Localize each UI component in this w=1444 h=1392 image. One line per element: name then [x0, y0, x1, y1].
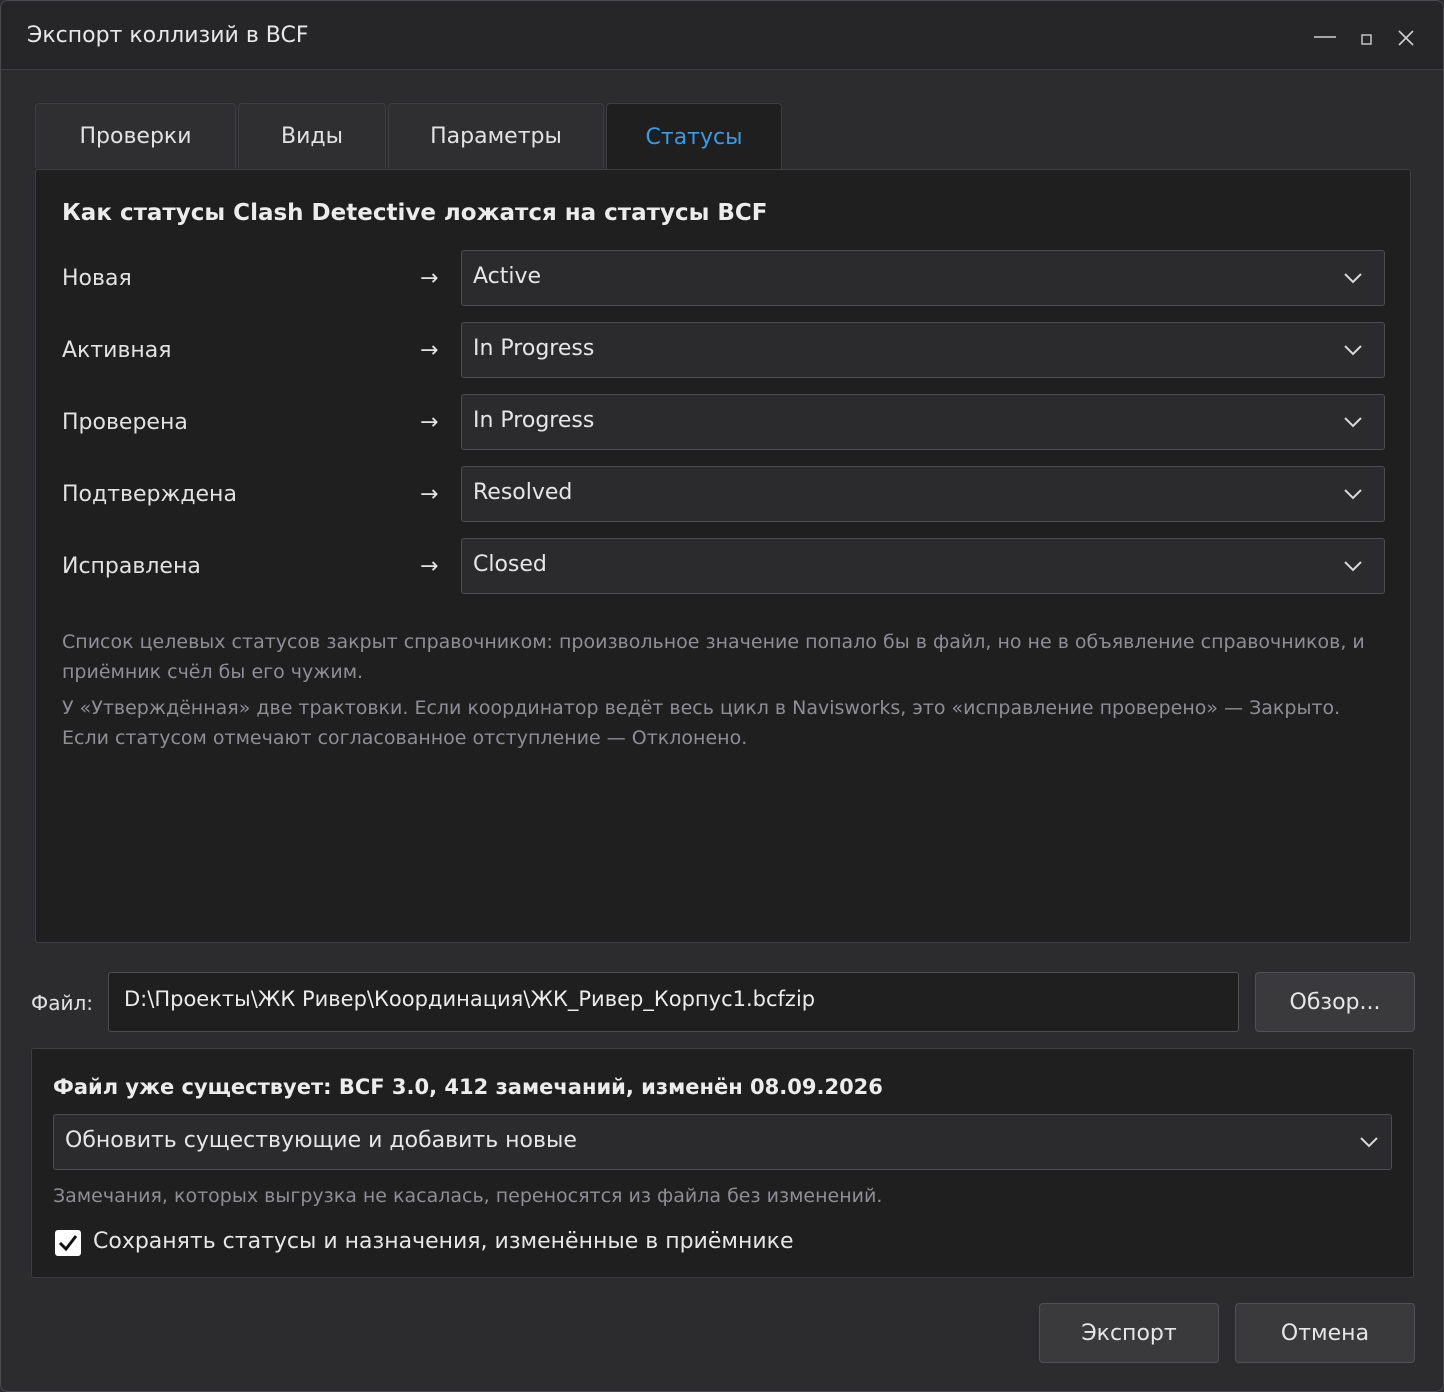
target-status-select[interactable]: In Progress: [461, 322, 1385, 378]
checkmark-icon: [58, 1235, 78, 1252]
export-dialog: Экспорт коллизий в BCF Проверки Виды Пар…: [0, 0, 1444, 1392]
note-line: Если статусом отмечают согласованное отс…: [62, 727, 748, 749]
chevron-down-icon: [1344, 345, 1362, 356]
tab-views[interactable]: Виды: [238, 103, 386, 168]
source-status-label: Активная: [62, 338, 172, 363]
tab-parameters[interactable]: Параметры: [388, 103, 604, 168]
keep-statuses-label[interactable]: Сохранять статусы и назначения, изменённ…: [93, 1229, 793, 1254]
maximize-icon: [1361, 34, 1372, 45]
window-title: Экспорт коллизий в BCF: [27, 23, 309, 48]
minimize-button[interactable]: [1305, 17, 1345, 57]
select-value: Обновить существующие и добавить новые: [65, 1128, 577, 1153]
chevron-down-icon: [1344, 417, 1362, 428]
chevron-down-icon: [1344, 273, 1362, 284]
closed-list-note: Список целевых статусов закрыт справочни…: [62, 627, 1392, 687]
source-status-label: Проверена: [62, 410, 188, 435]
select-value: In Progress: [473, 336, 595, 361]
note-line: приёмник счёл бы его чужим.: [62, 661, 364, 683]
update-mode-note: Замечания, которых выгрузка не касалась,…: [53, 1185, 883, 1207]
maximize-button[interactable]: [1346, 17, 1386, 57]
keep-statuses-checkbox[interactable]: [55, 1230, 81, 1256]
note-line: У «Утверждённая» две трактовки. Если коо…: [62, 697, 1341, 719]
close-icon: [1398, 30, 1414, 46]
mapping-arrow: →: [420, 338, 439, 363]
chevron-down-icon: [1344, 561, 1362, 572]
file-path-value: D:\Проекты\ЖК Ривер\Координация\ЖК_Ривер…: [124, 987, 816, 1011]
target-status-select[interactable]: Closed: [461, 538, 1385, 594]
title-bar: Экспорт коллизий в BCF: [1, 1, 1443, 70]
chevron-down-icon: [1344, 489, 1362, 500]
mapping-arrow: →: [420, 554, 439, 579]
select-value: Active: [473, 264, 542, 289]
source-status-label: Исправлена: [62, 554, 201, 579]
mapping-arrow: →: [420, 266, 439, 291]
select-value: In Progress: [473, 408, 595, 433]
minimize-icon: [1314, 36, 1336, 38]
source-status-label: Подтверждена: [62, 482, 237, 507]
mapping-arrow: →: [420, 482, 439, 507]
select-value: Resolved: [473, 480, 573, 505]
close-button[interactable]: [1386, 17, 1426, 57]
mapping-arrow: →: [420, 410, 439, 435]
approved-status-note: У «Утверждённая» две трактовки. Если коо…: [62, 693, 1392, 753]
existing-file-title: Файл уже существует: BCF 3.0, 412 замеча…: [53, 1075, 883, 1099]
existing-file-panel: Файл уже существует: BCF 3.0, 412 замеча…: [31, 1048, 1414, 1278]
target-status-select[interactable]: Active: [461, 250, 1385, 306]
cancel-button[interactable]: Отмена: [1235, 1303, 1415, 1363]
file-label: Файл:: [31, 991, 93, 1015]
tab-statuses[interactable]: Статусы: [606, 103, 782, 170]
export-button[interactable]: Экспорт: [1039, 1303, 1219, 1363]
target-status-select[interactable]: Resolved: [461, 466, 1385, 522]
select-value: Closed: [473, 552, 547, 577]
source-status-label: Новая: [62, 266, 132, 291]
note-line: Список целевых статусов закрыт справочни…: [62, 631, 1365, 653]
update-mode-select[interactable]: Обновить существующие и добавить новые: [53, 1114, 1392, 1170]
browse-button[interactable]: Обзор...: [1255, 972, 1415, 1032]
file-path-input[interactable]: D:\Проекты\ЖК Ривер\Координация\ЖК_Ривер…: [108, 972, 1239, 1032]
mapping-title: Как статусы Clash Detective ложатся на с…: [62, 200, 768, 226]
status-mapping-panel: Как статусы Clash Detective ложатся на с…: [35, 169, 1411, 943]
chevron-down-icon: [1360, 1137, 1378, 1148]
tab-checks[interactable]: Проверки: [35, 103, 236, 168]
target-status-select[interactable]: In Progress: [461, 394, 1385, 450]
